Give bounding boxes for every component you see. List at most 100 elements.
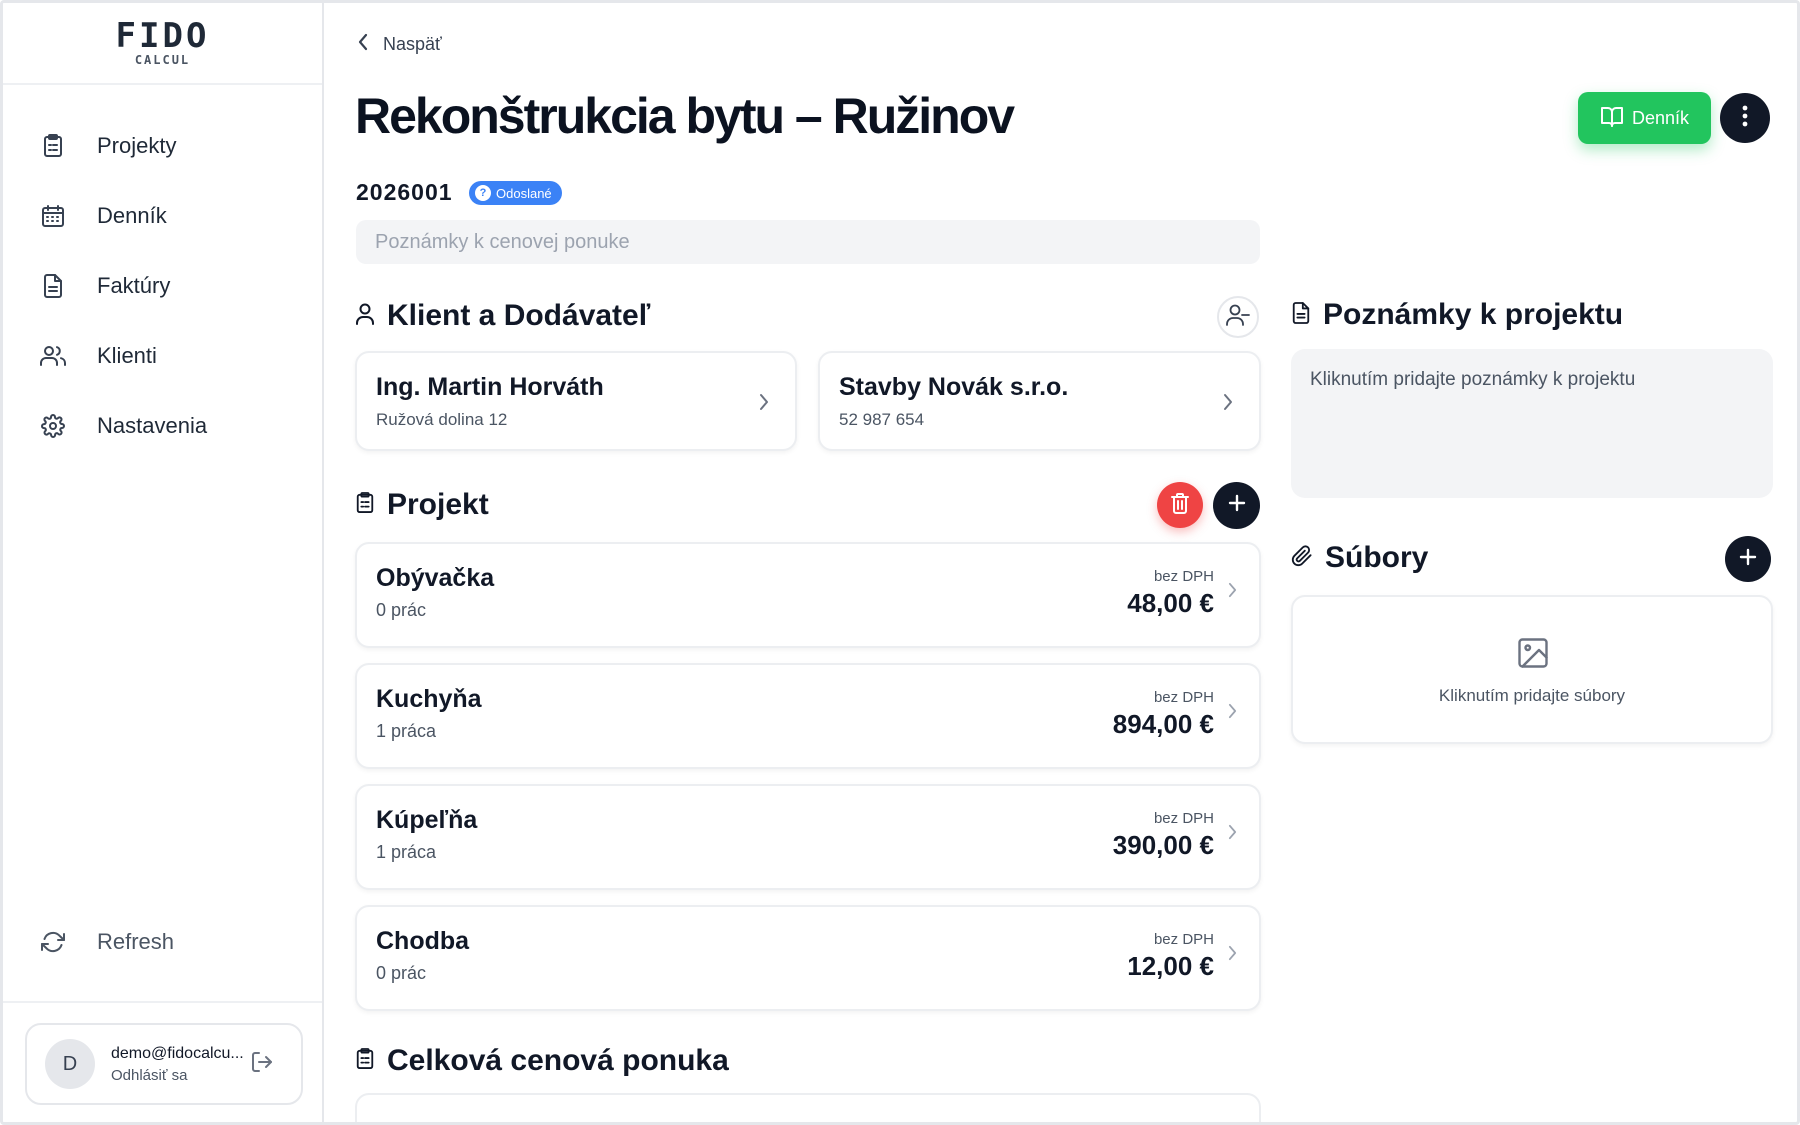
files-dropzone[interactable]: Kliknutím pridajte súbory bbox=[1291, 595, 1773, 744]
total-card bbox=[355, 1093, 1261, 1122]
document-icon bbox=[39, 272, 67, 300]
user-minus-icon bbox=[1226, 304, 1250, 331]
quote-notes-input[interactable] bbox=[356, 220, 1260, 264]
sidebar: FIDO CALCUL Projekty Denník Faktúry Klie… bbox=[3, 3, 324, 1122]
sidebar-item-label: Denník bbox=[97, 203, 167, 228]
add-room-button[interactable] bbox=[1213, 482, 1260, 529]
project-notes-placeholder: Kliknutím pridajte poznámky k projektu bbox=[1310, 369, 1636, 390]
status-badge-label: Odoslané bbox=[496, 185, 552, 201]
project-notes-title: Poznámky k projektu bbox=[1323, 298, 1624, 331]
refresh-section: Refresh bbox=[3, 907, 322, 977]
back-link[interactable]: Naspäť bbox=[357, 33, 442, 56]
add-file-button[interactable] bbox=[1725, 536, 1771, 582]
more-vertical-icon bbox=[1742, 105, 1748, 132]
room-price: 48,00 € bbox=[1127, 588, 1214, 618]
price-label: bez DPH bbox=[1153, 689, 1214, 706]
document-icon bbox=[1291, 301, 1311, 330]
sidebar-item-dennik[interactable]: Denník bbox=[3, 181, 322, 251]
chevron-right-icon bbox=[1228, 945, 1237, 966]
room-card[interactable]: Kúpeľňa 1 práca bez DPH 390,00 € bbox=[355, 784, 1261, 890]
plus-icon bbox=[1739, 548, 1757, 571]
room-price: 390,00 € bbox=[1112, 830, 1214, 860]
total-section-header: Celková cenová ponuka bbox=[355, 1044, 729, 1078]
price-label: bez DPH bbox=[1153, 931, 1214, 948]
total-section-title: Celková cenová ponuka bbox=[387, 1044, 729, 1077]
client-card[interactable]: Ing. Martin Horváth Ružová dolina 12 bbox=[355, 351, 797, 451]
image-icon bbox=[1515, 635, 1551, 676]
client-address: Ružová dolina 12 bbox=[376, 410, 508, 429]
room-name: Kúpeľňa bbox=[376, 806, 478, 834]
calendar-icon bbox=[39, 202, 67, 230]
back-label: Naspäť bbox=[383, 34, 442, 54]
user-icon bbox=[355, 302, 375, 331]
room-price: 894,00 € bbox=[1112, 709, 1214, 739]
logo-main-text: FIDO bbox=[115, 16, 210, 56]
room-name: Kuchyňa bbox=[376, 685, 482, 713]
room-name: Obývačka bbox=[376, 564, 495, 592]
client-section-title: Klient a Dodávateľ bbox=[387, 299, 651, 332]
page-title: Rekonštrukcia bytu – Ružinov bbox=[355, 88, 1015, 144]
sidebar-item-label: Faktúry bbox=[97, 273, 171, 298]
logout-link[interactable]: Odhlásiť sa bbox=[111, 1067, 246, 1084]
sidebar-item-nastavenia[interactable]: Nastavenia bbox=[3, 391, 322, 461]
chevron-right-icon bbox=[1228, 582, 1237, 603]
project-notes-header: Poznámky k projektu bbox=[1291, 298, 1623, 332]
sidebar-item-label: Projekty bbox=[97, 133, 177, 158]
room-work-count: 0 prác bbox=[376, 963, 427, 983]
client-name: Ing. Martin Horváth bbox=[376, 373, 604, 401]
room-work-count: 1 práca bbox=[376, 842, 437, 862]
chevron-right-icon bbox=[1223, 393, 1233, 416]
price-label: bez DPH bbox=[1153, 810, 1214, 827]
supplier-ico: 52 987 654 bbox=[839, 410, 925, 429]
plus-icon bbox=[1228, 494, 1246, 517]
sidebar-item-faktury[interactable]: Faktúry bbox=[3, 251, 322, 321]
chevron-right-icon bbox=[1228, 824, 1237, 845]
chevron-right-icon bbox=[1228, 703, 1237, 724]
paperclip-icon bbox=[1291, 544, 1313, 573]
trash-icon bbox=[1170, 492, 1190, 519]
gear-icon bbox=[39, 412, 67, 440]
sidebar-item-label: Klienti bbox=[97, 343, 157, 368]
status-badge[interactable]: ? Odoslané bbox=[469, 181, 562, 205]
dennik-button[interactable]: Denník bbox=[1578, 92, 1711, 144]
room-price: 12,00 € bbox=[1127, 951, 1214, 981]
more-options-button[interactable] bbox=[1720, 93, 1770, 143]
user-card[interactable]: D demo@fidocalcu... Odhlásiť sa bbox=[25, 1023, 303, 1105]
user-info: demo@fidocalcu... Odhlásiť sa bbox=[111, 1045, 246, 1084]
logout-icon[interactable] bbox=[250, 1050, 274, 1079]
refresh-button[interactable]: Refresh bbox=[3, 907, 322, 977]
supplier-card[interactable]: Stavby Novák s.r.o. 52 987 654 bbox=[818, 351, 1261, 451]
room-card[interactable]: Kuchyňa 1 práca bez DPH 894,00 € bbox=[355, 663, 1261, 769]
price-label: bez DPH bbox=[1153, 568, 1214, 585]
room-card[interactable]: Obývačka 0 prác bez DPH 48,00 € bbox=[355, 542, 1261, 648]
room-name: Chodba bbox=[376, 927, 470, 955]
files-placeholder: Kliknutím pridajte súbory bbox=[1438, 686, 1626, 705]
sidebar-item-label: Nastavenia bbox=[97, 413, 208, 438]
logo: FIDO CALCUL bbox=[3, 3, 322, 85]
sidebar-item-klienti[interactable]: Klienti bbox=[3, 321, 322, 391]
project-notes-field[interactable]: Kliknutím pridajte poznámky k projektu bbox=[1291, 349, 1773, 498]
files-section-title: Súbory bbox=[1325, 541, 1429, 574]
chevron-right-icon bbox=[759, 393, 769, 416]
user-email: demo@fidocalcu... bbox=[111, 1044, 244, 1062]
main-content: Naspäť Rekonštrukcia bytu – Ružinov Denn… bbox=[325, 3, 1797, 1122]
clipboard-icon bbox=[355, 1047, 375, 1076]
refresh-label: Refresh bbox=[97, 929, 175, 954]
avatar: D bbox=[45, 1039, 95, 1089]
room-card[interactable]: Chodba 0 prác bez DPH 12,00 € bbox=[355, 905, 1261, 1011]
users-icon bbox=[39, 342, 67, 370]
project-number: 2026001 bbox=[356, 179, 453, 205]
book-icon bbox=[1600, 105, 1624, 132]
question-icon: ? bbox=[475, 185, 491, 201]
sidebar-nav: Projekty Denník Faktúry Klienti Nastaven… bbox=[3, 111, 322, 461]
app-window: FIDO CALCUL Projekty Denník Faktúry Klie… bbox=[0, 0, 1800, 1125]
chevron-left-icon bbox=[357, 33, 369, 56]
user-section: D demo@fidocalcu... Odhlásiť sa bbox=[3, 1001, 322, 1122]
room-work-count: 0 prác bbox=[376, 600, 427, 620]
room-work-count: 1 práca bbox=[376, 721, 437, 741]
sidebar-item-projekty[interactable]: Projekty bbox=[3, 111, 322, 181]
project-section-header: Projekt bbox=[355, 488, 489, 522]
edit-client-button[interactable] bbox=[1217, 296, 1259, 338]
delete-project-button[interactable] bbox=[1157, 482, 1203, 528]
client-section-header: Klient a Dodávateľ bbox=[355, 299, 650, 333]
